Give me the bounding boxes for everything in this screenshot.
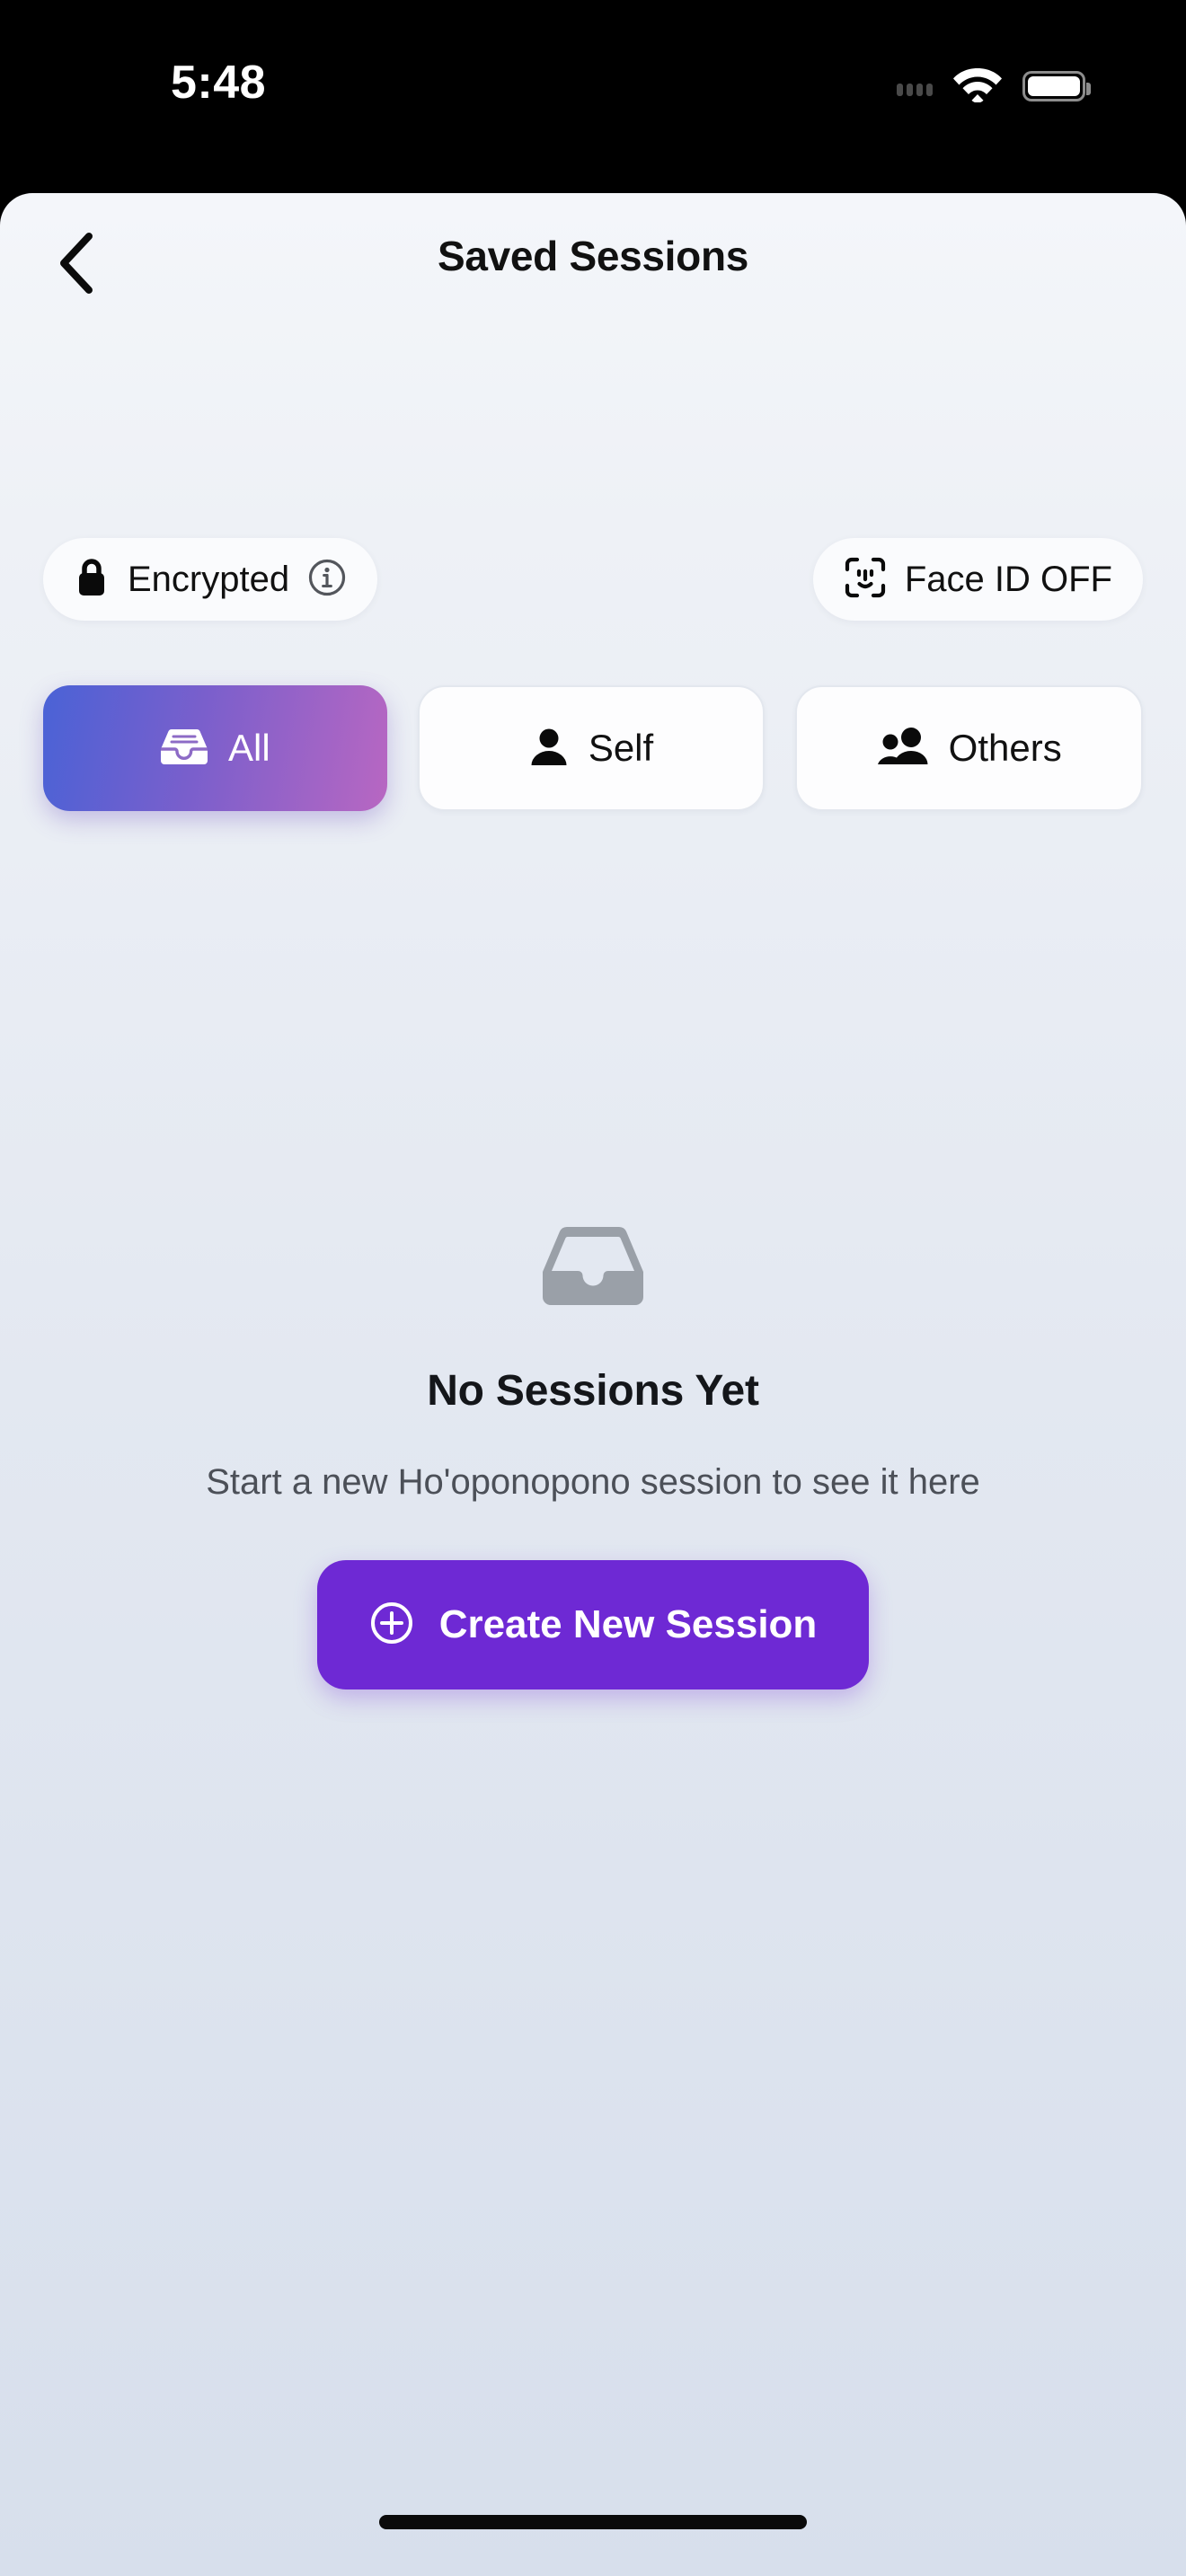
create-new-session-label: Create New Session [438, 1602, 818, 1646]
faceid-badge[interactable]: Face ID OFF [812, 538, 1143, 621]
content-panel: Saved Sessions Encrypted Face ID OFF All… [0, 193, 1186, 2576]
filter-tabs: All Self Others [0, 685, 1186, 811]
encrypted-label: Encrypted [128, 559, 290, 599]
inbox-empty-icon [541, 1222, 645, 1314]
encrypted-badge[interactable]: Encrypted [43, 538, 378, 621]
create-new-session-button[interactable]: Create New Session [316, 1560, 870, 1689]
empty-subtitle: Start a new Ho'oponopono session to see … [206, 1462, 980, 1502]
signal-dots-icon [897, 76, 933, 96]
status-indicators [897, 65, 1091, 107]
home-indicator [379, 2515, 807, 2529]
info-circle-icon[interactable] [307, 558, 347, 602]
tab-self[interactable]: Self [417, 685, 766, 811]
status-bar: 5:48 [0, 0, 1186, 193]
security-badge-row: Encrypted Face ID OFF [0, 538, 1186, 621]
phone-screen: 5:48 Saved Sessions Encrypted Face ID OF… [0, 0, 1186, 2576]
lock-icon [74, 556, 110, 604]
page-title: Saved Sessions [437, 233, 749, 279]
faceid-icon [844, 556, 887, 604]
inbox-icon [160, 726, 208, 772]
nav-bar: Saved Sessions [0, 193, 1186, 319]
empty-state: No Sessions Yet Start a new Ho'oponopono… [0, 1222, 1186, 1689]
status-time: 5:48 [171, 57, 267, 109]
people-icon [877, 726, 929, 772]
tab-others-label: Others [948, 727, 1062, 769]
person-icon [529, 726, 569, 772]
wifi-icon [952, 65, 1003, 107]
tab-all-label: All [227, 727, 270, 769]
plus-circle-icon [369, 1601, 414, 1650]
tab-others[interactable]: Others [795, 685, 1144, 811]
tab-all[interactable]: All [43, 685, 387, 811]
tab-self-label: Self [588, 727, 654, 769]
empty-title: No Sessions Yet [427, 1367, 759, 1415]
battery-icon [1022, 70, 1091, 101]
faceid-label: Face ID OFF [904, 559, 1112, 599]
